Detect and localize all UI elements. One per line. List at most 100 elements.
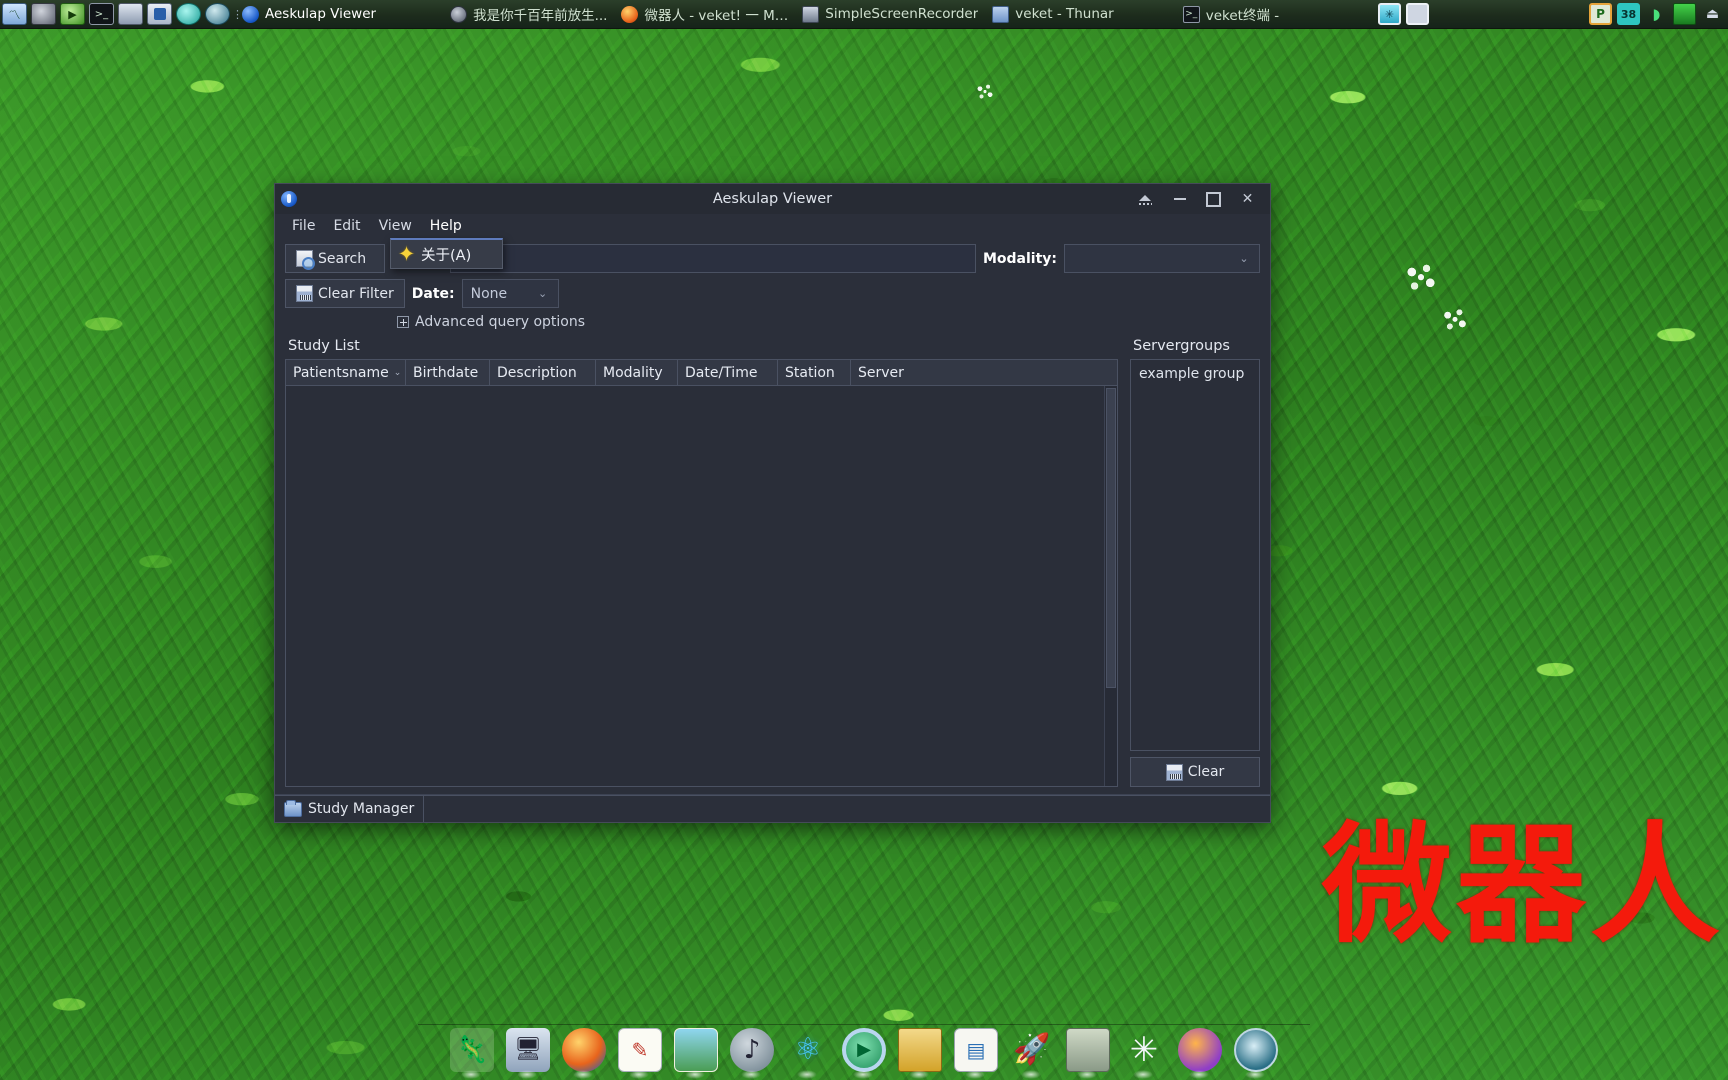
menu-help[interactable]: Help [421,215,471,237]
filter-row-date: Clear Filter Date: None ⌄ [285,279,1260,308]
study-list-table[interactable]: Patientsname ⌄ Birthdate Description Mod… [285,359,1118,787]
menu-item-about[interactable]: 关于(A) [421,244,471,265]
dock-image-editor[interactable] [669,1026,723,1080]
clear-button-label: Clear [1187,764,1225,780]
dock-office[interactable]: ▤ [949,1026,1003,1080]
taskbar[interactable]: 〽 ▶ >_ ⋮ Aeskulap Viewer 我是你千百年前放生... 微器… [0,0,1728,29]
dock-display-settings[interactable]: 🖥 [501,1026,555,1080]
terminal-icon[interactable]: >_ [89,3,114,25]
aeskulap-viewer-window[interactable]: Aeskulap Viewer ✕ File Edit View Help Se… [274,183,1271,823]
task-label: 我是你千百年前放生... [473,8,608,24]
menu-file[interactable]: File [283,215,324,237]
task-label: veket终端 - [1205,8,1280,24]
dock-browser-alt[interactable] [1173,1026,1227,1080]
study-list-rows[interactable] [286,386,1104,786]
study-list-header[interactable]: Patientsname ⌄ Birthdate Description Mod… [286,360,1117,386]
name-input[interactable] [449,244,976,273]
dock-scanner-icon [1066,1028,1110,1072]
tray-window-icon[interactable] [1406,3,1429,25]
aeskulap-app-icon [281,191,297,207]
media-player-icon[interactable] [31,3,56,25]
expand-plus-icon[interactable] [397,316,409,328]
tray-eject-icon[interactable]: ⏏ [1701,3,1724,25]
dock-disc-icon [1234,1028,1278,1072]
col-station[interactable]: Station [778,360,851,385]
window-maximize-button[interactable] [1205,191,1222,208]
dock-notepad[interactable]: ✎ [613,1026,667,1080]
statusbar-tab-study-manager[interactable]: Study Manager [275,795,425,822]
window-menubar[interactable]: File Edit View Help [275,214,1270,238]
application-dock[interactable]: 🦎 🖥 ✎ ♪ ⚛ ▶ ▤ 🚀 ✳ [418,1024,1310,1080]
task-label: veket - Thunar [1015,6,1114,22]
dock-reflection [909,1070,929,1079]
dock-disc[interactable] [1229,1026,1283,1080]
modality-combobox[interactable]: ⌄ [1064,244,1260,273]
dock-brightness[interactable]: ✳ [1117,1026,1171,1080]
dock-audio[interactable]: ♪ [725,1026,779,1080]
servergroups-list[interactable]: example group [1130,359,1260,751]
clear-filter-button[interactable]: Clear Filter [285,279,405,308]
tray-display-icon[interactable]: ✳ [1378,3,1401,25]
help-menu-popup[interactable]: 关于(A) [390,238,503,269]
search-button-label: Search [318,250,367,267]
tray-printer-icon[interactable]: P [1589,3,1612,25]
tray-wifi-icon[interactable]: ◗ [1645,3,1668,25]
col-server[interactable]: Server [851,360,1117,385]
statusbar-tab-label: Study Manager [308,801,415,817]
dock-display-icon: 🖥 [506,1028,550,1072]
col-modality[interactable]: Modality [596,360,678,385]
servergroups-title: Servergroups [1133,338,1230,354]
menu-view[interactable]: View [370,215,421,237]
screenshot-icon[interactable] [118,3,143,25]
dock-reflection [517,1070,537,1079]
system-monitor-icon[interactable]: 〽 [2,3,27,25]
task-terminal[interactable]: >_ veket终端 - [1179,0,1289,29]
window-minimize-button[interactable] [1171,191,1188,208]
task-browser-page[interactable]: 我是你千百年前放生... [446,0,617,29]
col-patientsname[interactable]: Patientsname ⌄ [286,360,406,385]
task-aeskulap-viewer[interactable]: Aeskulap Viewer [238,0,386,29]
servergroups-clear-button[interactable]: Clear [1130,757,1260,787]
dock-firefox[interactable] [557,1026,611,1080]
play-icon[interactable]: ▶ [60,3,85,25]
window-shade-button[interactable] [1137,191,1154,208]
dock-gimp[interactable]: 🦎 [445,1026,499,1080]
about-star-icon [397,245,416,264]
scrollbar-thumb[interactable] [1106,388,1116,688]
dock-media-player[interactable]: ▶ [837,1026,891,1080]
date-value: None [470,285,508,302]
dock-reflection [1189,1070,1209,1079]
task-screenrecorder[interactable]: SimpleScreenRecorder [798,0,988,29]
dock-scanner[interactable] [1061,1026,1115,1080]
window-titlebar[interactable]: Aeskulap Viewer ✕ [275,184,1270,214]
globe-icon[interactable] [205,3,230,25]
col-birthdate[interactable]: Birthdate [406,360,490,385]
dock-rocket-launcher[interactable]: 🚀 [1005,1026,1059,1080]
col-description[interactable]: Description [490,360,596,385]
col-label: Patientsname [293,364,389,381]
advanced-query-options-toggle[interactable]: Advanced query options [397,314,1260,330]
window-statusbar[interactable]: Study Manager [275,794,1270,822]
folder-icon [284,799,302,817]
image-viewer-icon[interactable] [147,3,172,25]
window-close-button[interactable]: ✕ [1239,191,1256,208]
study-list-scrollbar[interactable] [1104,386,1117,786]
dock-image-editor-icon [674,1028,718,1072]
search-icon [296,250,315,270]
date-combobox[interactable]: None ⌄ [461,279,559,308]
list-item[interactable]: example group [1135,364,1259,384]
menu-edit[interactable]: Edit [324,215,369,237]
task-thunar[interactable]: veket - Thunar [988,0,1123,29]
dock-reflection [741,1070,761,1079]
task-firefox[interactable]: 微器人 - veket! 一 M… [617,0,798,29]
col-datetime[interactable]: Date/Time [678,360,778,385]
window-body: Study List Patientsname ⌄ Birthdate Desc… [275,335,1270,787]
system-tray[interactable]: ✳ P 38 ◗ ⏏ [1378,3,1728,25]
search-button[interactable]: Search [285,244,385,273]
recorder-icon [802,5,820,23]
clock-icon[interactable] [176,3,201,25]
tray-temperature-icon[interactable]: 38 [1617,3,1640,25]
tray-battery-icon[interactable] [1673,3,1696,25]
dock-files[interactable] [893,1026,947,1080]
dock-network[interactable]: ⚛ [781,1026,835,1080]
